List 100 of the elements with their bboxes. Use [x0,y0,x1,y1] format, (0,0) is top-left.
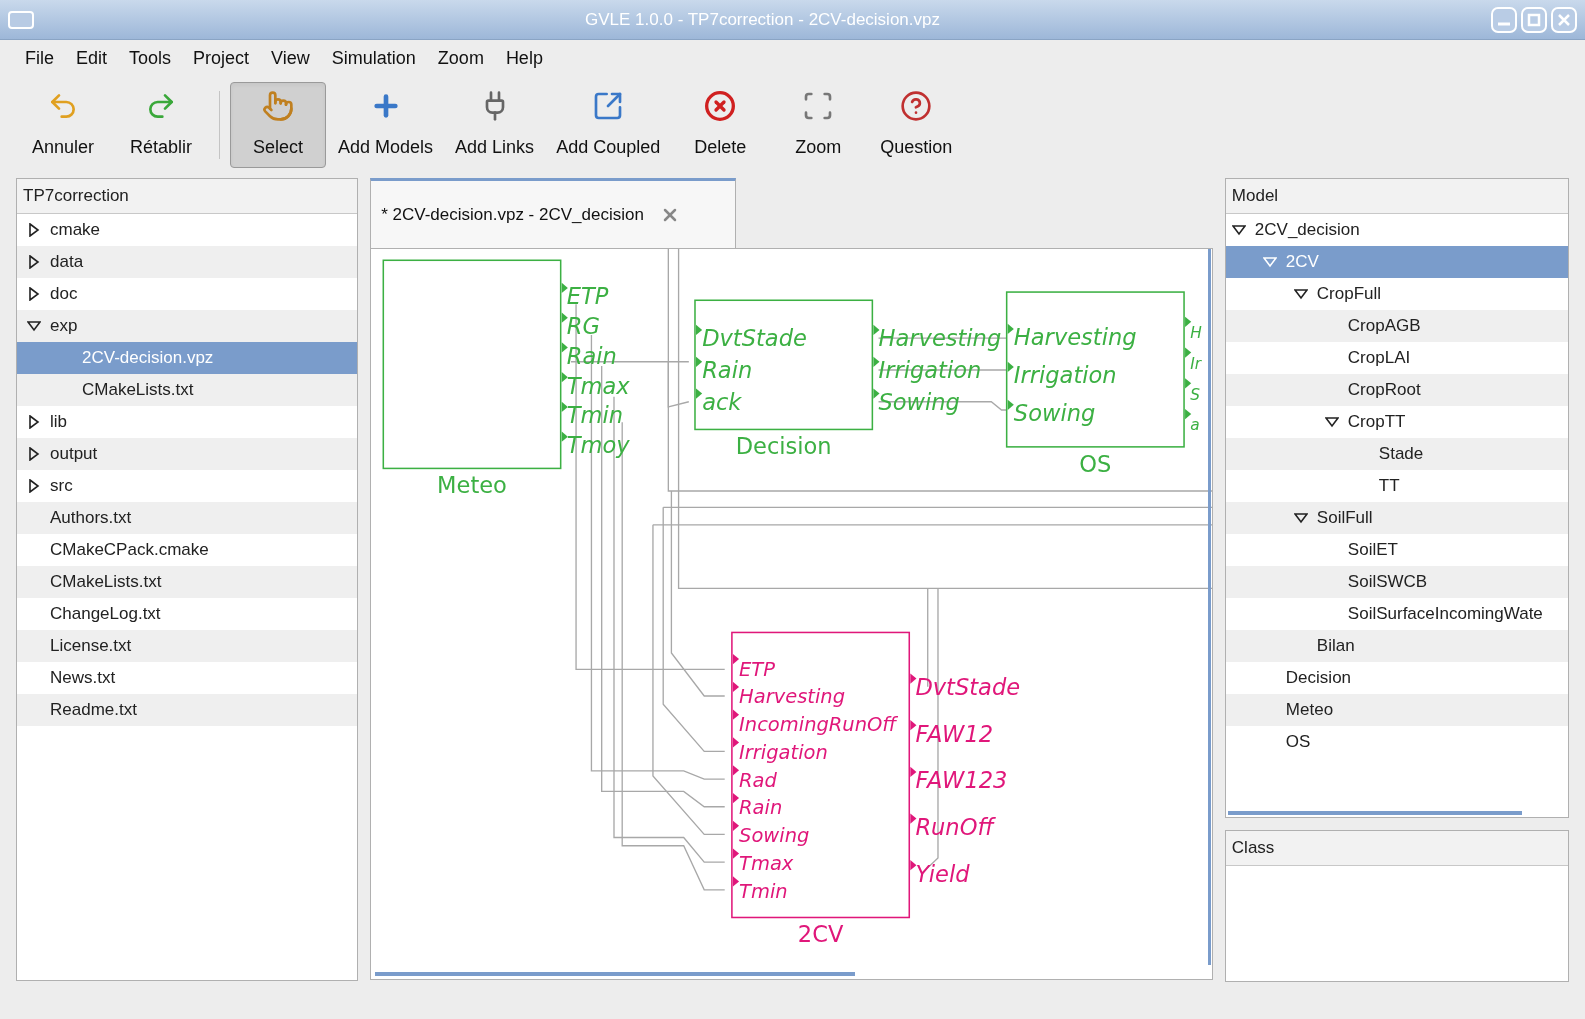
tree-item-label: Readme.txt [50,699,137,722]
port-label: Rad [739,768,778,792]
tree-item[interactable]: Readme.txt [17,694,358,726]
toolbar-button[interactable]: Question [868,82,965,168]
toolbar-button[interactable]: Zoom [770,82,867,168]
toolbar-button[interactable]: Select [230,82,326,168]
menu-item[interactable]: Tools [129,44,172,72]
horizontal-scrollbar[interactable] [1227,811,1522,815]
toolbar-button[interactable]: Add Links [445,82,545,168]
collapsed-triangle-icon[interactable] [27,415,41,429]
menu-item[interactable]: Project [193,44,250,72]
menu-item[interactable]: File [25,44,54,72]
expanded-triangle-icon[interactable] [27,319,41,333]
port-label: H [1190,324,1202,343]
tree-item[interactable]: CropRoot [1225,374,1568,406]
tree-item[interactable]: SoilFull [1225,502,1568,534]
panel-header: Model [1225,179,1568,214]
port-marker-icon [733,792,740,804]
vertical-scrollbar[interactable] [1207,249,1211,965]
port-marker-icon [696,324,703,336]
model-box[interactable] [1006,291,1186,448]
tree-item[interactable]: exp [17,310,358,342]
toolbar-button[interactable]: Rétablir [113,82,209,168]
minimize-icon[interactable] [1491,6,1517,33]
port-label: Irrigation [878,357,982,384]
toolbar-button[interactable]: Add Coupled [546,82,671,168]
port-label: Tmin [567,402,624,429]
tree-item[interactable]: CropAGB [1225,310,1568,342]
collapsed-triangle-icon[interactable] [27,255,41,269]
menu-item[interactable]: Edit [76,44,108,72]
collapsed-triangle-icon[interactable] [27,223,41,237]
port-label: IncomingRunOff [739,713,897,737]
model-name: 2CV [798,921,844,948]
expanded-triangle-icon[interactable] [1293,287,1308,301]
toolbar-button[interactable]: Add Models [328,82,444,168]
port-marker-icon [1007,361,1015,373]
tree-item-label: exp [50,315,78,338]
model-box[interactable] [694,299,874,431]
tree-item[interactable]: CMakeLists.txt [17,374,358,406]
editor-tab[interactable]: * 2CV-decision.vpz - 2CV_decision [370,178,737,248]
model-box[interactable] [731,631,911,919]
tree-item-label: OS [1285,731,1311,754]
tree-item[interactable]: output [17,438,358,470]
port-label: Ir [1190,354,1202,373]
window-title: GVLE 1.0.0 - TP7correction - 2CV-decision.vpz [584,8,941,31]
port-marker-icon [696,388,703,399]
expanded-triangle-icon[interactable] [1324,415,1339,429]
expanded-triangle-icon[interactable] [1231,223,1246,237]
port-label: ETP [739,657,776,681]
tree-item-label: Stade [1378,443,1424,466]
port-label: FAW12 [915,720,994,747]
panel-header: Class [1225,831,1568,866]
tree-item[interactable]: Authors.txt [17,502,358,534]
question-icon [900,89,933,122]
tree-item-label: Meteo [1285,699,1334,722]
port-label: Sowing [878,388,961,415]
model-canvas[interactable] [370,248,1213,980]
model-box[interactable] [382,259,562,470]
tree-item-label: News.txt [50,667,116,690]
menu-item[interactable]: Help [505,44,543,72]
tree-item-label: 2CV [1285,251,1319,274]
port-label: Tmin [739,879,788,903]
port-label: Harvesting [739,685,846,709]
menu-item[interactable]: View [271,44,310,72]
tree-item[interactable]: SoilSWCB [1225,566,1568,598]
tree-item[interactable]: data [17,246,358,278]
toolbar-button[interactable]: Delete [672,82,769,168]
tree-item-label: CropLAI [1347,347,1411,370]
port-label: Harvesting [878,325,1002,352]
port-label: Yield [915,860,970,887]
tree-item[interactable]: Meteo [1225,694,1568,726]
collapsed-triangle-icon[interactable] [27,479,41,493]
menu-item[interactable]: Simulation [331,44,416,72]
port-label: FAW123 [915,767,1008,794]
port-label: Sowing [739,824,810,848]
tree-item-label: SoilSWCB [1347,571,1428,594]
tree-item[interactable]: Bilan [1225,630,1568,662]
tree-item[interactable]: CMakeLists.txt [17,566,358,598]
tree-item-label: output [50,443,98,466]
tree-item-label: SoilSurfaceIncomingWate [1347,603,1543,626]
tree-item-label: Authors.txt [50,507,132,530]
port-label: Rain [567,342,618,369]
menu-item[interactable]: Zoom [437,44,484,72]
toolbar-button[interactable]: Annuler [15,82,111,168]
editor-tab-label: * 2CV-decision.vpz - 2CV_decision [381,203,644,226]
model-name: OS [1079,451,1112,478]
tree-item[interactable]: License.txt [17,630,358,662]
tree-item[interactable]: Stade [1225,438,1568,470]
pointer-hand-icon [262,89,294,122]
expanded-triangle-icon[interactable] [1293,511,1308,525]
maximize-icon[interactable] [1521,6,1547,33]
tree-item-label: CropTT [1347,411,1406,434]
close-icon[interactable] [1551,6,1577,33]
port-label: Rain [739,796,783,820]
tree-item-label: 2CV-decision.vpz [82,347,214,370]
collapsed-triangle-icon[interactable] [27,447,41,461]
collapsed-triangle-icon[interactable] [27,287,41,301]
port-marker-icon [733,654,740,665]
tree-item-label: 2CV_decision [1254,219,1360,242]
horizontal-scrollbar[interactable] [375,972,856,976]
